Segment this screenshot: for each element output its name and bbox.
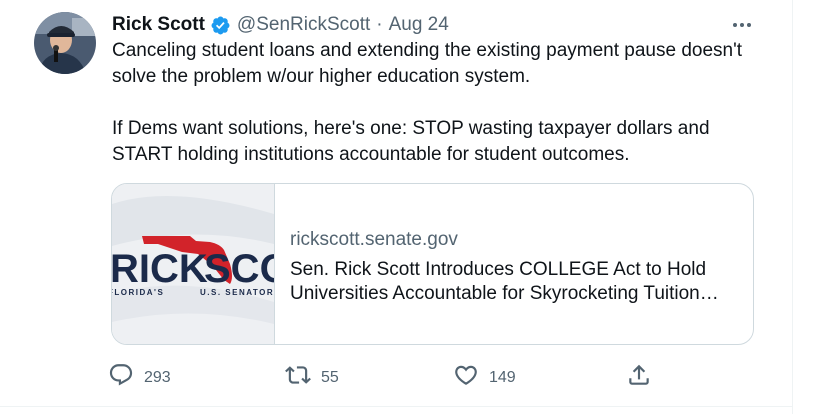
retweet-count: 55 xyxy=(321,368,339,386)
more-options-icon[interactable] xyxy=(728,13,756,37)
share-button[interactable] xyxy=(626,362,652,393)
like-icon xyxy=(453,362,479,393)
tweet-divider xyxy=(0,406,792,407)
card-body: rickscott.senate.gov Sen. Rick Scott Int… xyxy=(290,228,740,306)
link-preview-card[interactable]: RICK SCOTT FLORIDA'S U.S. SENATOR ricksc… xyxy=(111,183,754,345)
card-logo-caption-right: U.S. SENATOR xyxy=(200,288,274,297)
avatar[interactable] xyxy=(34,12,96,74)
header-separator: · xyxy=(376,14,383,35)
card-title: Sen. Rick Scott Introduces COLLEGE Act t… xyxy=(290,259,719,304)
share-icon xyxy=(626,362,652,393)
reply-button[interactable]: 293 xyxy=(108,362,171,393)
tweet-paragraph: Canceling student loans and extending th… xyxy=(112,40,743,87)
reply-count: 293 xyxy=(144,368,171,386)
like-button[interactable]: 149 xyxy=(453,362,516,393)
author-handle[interactable]: @SenRickScott xyxy=(237,14,370,36)
tweet-actions: 293 55 149 xyxy=(108,362,668,392)
tweet-header: Rick Scott @SenRickScott · Aug 24 xyxy=(112,12,449,38)
timeline-divider-vertical xyxy=(792,0,793,414)
like-count: 149 xyxy=(489,368,516,386)
card-logo-caption-left: FLORIDA'S xyxy=(112,288,164,297)
retweet-button[interactable]: 55 xyxy=(285,362,339,393)
avatar-photo xyxy=(34,12,96,74)
tweet-text: Canceling student loans and extending th… xyxy=(112,38,772,168)
card-logo-rick: RICK xyxy=(112,247,208,291)
verified-badge-icon xyxy=(210,15,231,36)
card-domain: rickscott.senate.gov xyxy=(290,229,458,250)
tweet-date[interactable]: Aug 24 xyxy=(389,14,449,36)
author-name[interactable]: Rick Scott xyxy=(112,14,205,36)
card-logo-scott: SCOTT xyxy=(204,247,274,291)
retweet-icon xyxy=(285,362,311,393)
tweet-paragraph: If Dems want solutions, here's one: STOP… xyxy=(112,118,710,165)
card-thumbnail: RICK SCOTT FLORIDA'S U.S. SENATOR xyxy=(112,184,275,344)
reply-icon xyxy=(108,362,134,393)
